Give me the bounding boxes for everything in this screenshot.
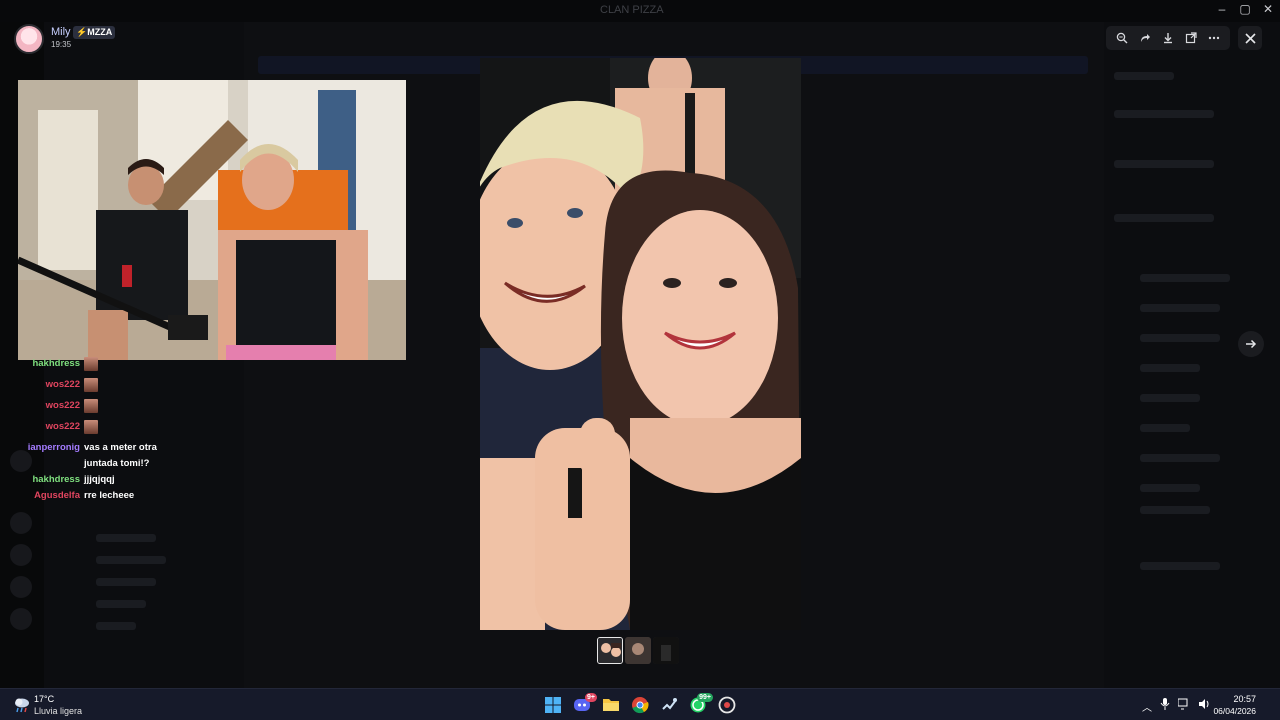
channel-row — [96, 534, 156, 542]
clock-date[interactable]: 06/04/2026 — [1213, 706, 1256, 716]
screen: CLAN PIZZA – ▢ ✕ Mily ⚡MZZA 19:35 hakhdr… — [0, 0, 1280, 720]
member-row — [1140, 334, 1220, 342]
chat-message: jjjqjqqj — [84, 474, 115, 485]
chat-username: wos222 — [45, 379, 80, 390]
server-icon — [10, 544, 32, 566]
thumbnail[interactable] — [653, 637, 679, 664]
server-icon — [10, 512, 32, 534]
stream-capture — [18, 80, 406, 360]
emote-icon — [84, 399, 98, 413]
chat-message — [84, 356, 174, 377]
member-row — [1114, 72, 1174, 80]
media-image[interactable] — [480, 58, 801, 630]
chat-line: hakhdress jjjqjqqj — [18, 472, 198, 488]
thumbnail[interactable] — [597, 637, 623, 664]
chat-line: wos222 — [18, 419, 198, 440]
member-row — [1140, 274, 1230, 282]
member-row — [1114, 214, 1214, 222]
chat-username: wos222 — [45, 421, 80, 432]
discord-icon[interactable]: 9+ — [570, 693, 597, 716]
chat-username: wos222 — [45, 400, 80, 411]
maximize-button[interactable]: ▢ — [1233, 2, 1257, 16]
window-close-button[interactable]: ✕ — [1256, 2, 1280, 16]
clock-time[interactable]: 20:57 — [1233, 694, 1256, 704]
channel-row — [96, 578, 156, 586]
post-time: 19:35 — [51, 40, 72, 49]
file-explorer-icon[interactable] — [599, 693, 622, 716]
arrow-right-icon[interactable] — [1238, 331, 1264, 357]
author-tag-badge: ⚡MZZA — [73, 26, 116, 39]
emote-icon — [84, 357, 98, 371]
forward-icon[interactable] — [1136, 29, 1154, 47]
member-row — [1140, 484, 1200, 492]
chat-username: hakhdress — [32, 474, 80, 485]
more-icon[interactable] — [1205, 29, 1223, 47]
window-titlebar: CLAN PIZZA – ▢ ✕ — [0, 0, 1280, 22]
microphone-icon[interactable] — [1160, 697, 1170, 715]
author-tag-label: MZZA — [87, 27, 113, 37]
channel-row — [96, 600, 146, 608]
chat-line: wos222 — [18, 377, 198, 398]
media-toolbar — [1106, 26, 1230, 50]
volume-icon[interactable] — [1198, 697, 1210, 715]
discord-badge: 9+ — [585, 693, 597, 702]
weather-temp[interactable]: 17°C — [34, 694, 54, 704]
window-title: CLAN PIZZA — [600, 4, 664, 16]
emote-icon — [84, 378, 98, 392]
chevron-up-icon[interactable]: ︿ — [1142, 699, 1152, 714]
channel-row — [96, 556, 166, 564]
download-icon[interactable] — [1159, 29, 1177, 47]
member-row — [1140, 424, 1190, 432]
chat-username: ianperronig — [27, 442, 80, 453]
network-icon[interactable] — [1177, 697, 1190, 715]
zoom-icon[interactable] — [1113, 29, 1131, 47]
thumbnail[interactable] — [625, 637, 651, 664]
chat-message: rre lecheee — [84, 490, 135, 501]
chat-message — [84, 377, 174, 398]
member-row — [1114, 160, 1214, 168]
member-row — [1140, 562, 1220, 570]
member-row — [1140, 506, 1210, 514]
member-row — [1140, 364, 1200, 372]
minimize-button[interactable]: – — [1210, 2, 1234, 16]
open-external-icon[interactable] — [1182, 29, 1200, 47]
chat-line: Agusdelfa rre lecheee — [18, 488, 198, 504]
weather-desc[interactable]: Lluvia ligera — [34, 706, 82, 716]
steam-icon[interactable] — [657, 693, 680, 716]
thumbnail-strip — [597, 637, 679, 664]
member-row — [1114, 110, 1214, 118]
chrome-icon[interactable] — [628, 693, 651, 716]
emote-icon — [84, 420, 98, 434]
chat-message — [84, 419, 174, 440]
member-row — [1140, 454, 1220, 462]
chat-message — [84, 398, 174, 419]
chat-line: ianperronig vas a meter otra juntada tom… — [18, 440, 198, 472]
avatar[interactable] — [14, 24, 44, 54]
channel-row — [96, 622, 136, 630]
game-app-icon[interactable] — [715, 693, 738, 716]
chat-line: wos222 — [18, 398, 198, 419]
chat-message: vas a meter otra juntada tomi!? — [84, 442, 157, 469]
close-icon[interactable] — [1238, 26, 1262, 50]
author-name[interactable]: Mily — [51, 26, 71, 38]
whatsapp-badge: 99+ — [697, 693, 713, 702]
member-row — [1140, 394, 1200, 402]
taskbar: 17°C Lluvia ligera 9+ 99+ ︿ 20:57 06/04/… — [0, 688, 1280, 720]
server-icon — [10, 576, 32, 598]
stream-chat: hakhdress wos222 wos222 wos222 ianperron… — [18, 356, 198, 504]
weather-rain-icon[interactable] — [12, 695, 32, 715]
taskbar-apps: 9+ 99+ — [541, 693, 738, 716]
windows-start-icon[interactable] — [541, 693, 564, 716]
system-tray: ︿ — [1142, 697, 1210, 715]
member-row — [1140, 304, 1220, 312]
whatsapp-icon[interactable]: 99+ — [686, 693, 713, 716]
chat-username: Agusdelfa — [34, 490, 80, 501]
chat-line: hakhdress — [18, 356, 198, 377]
server-icon — [10, 608, 32, 630]
chat-username: hakhdress — [32, 358, 80, 369]
